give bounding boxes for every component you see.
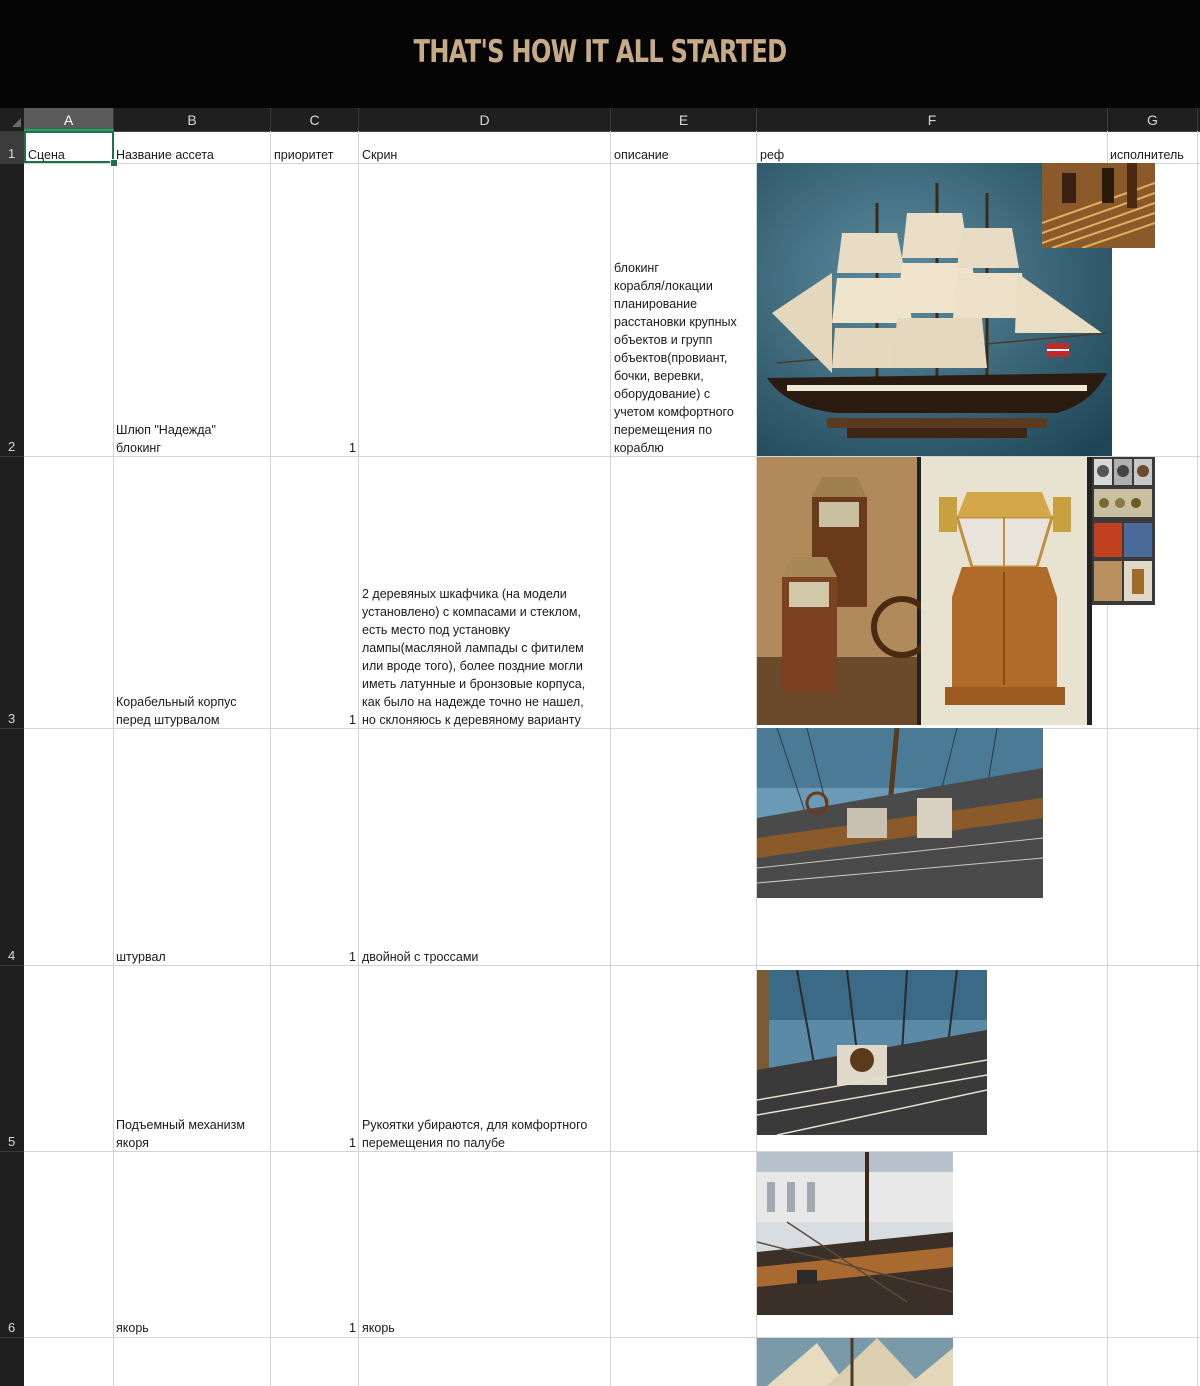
row-header-6[interactable]: 6 bbox=[0, 1152, 24, 1338]
cell-b1[interactable]: Название ассета bbox=[116, 146, 214, 164]
ref-image-deck-thumbnail[interactable] bbox=[1042, 163, 1155, 248]
cell-c4[interactable]: 1 bbox=[272, 948, 356, 966]
row-number: 5 bbox=[8, 1134, 16, 1149]
cell-c2[interactable]: 1 bbox=[272, 439, 356, 457]
gridline bbox=[270, 131, 271, 1386]
column-header-d[interactable]: D bbox=[359, 108, 611, 131]
row-number: 3 bbox=[8, 711, 16, 726]
row-number: 6 bbox=[8, 1320, 16, 1335]
row-header-4[interactable]: 4 bbox=[0, 729, 24, 966]
cell-c6[interactable]: 1 bbox=[272, 1319, 356, 1337]
ref-image-anchor[interactable] bbox=[757, 1152, 953, 1315]
banner-title: THAT'S HOW IT ALL STARTED bbox=[413, 34, 788, 70]
column-header-f[interactable]: F bbox=[757, 108, 1108, 131]
cell-f1[interactable]: реф bbox=[760, 146, 784, 164]
cell-d1[interactable]: Скрин bbox=[362, 146, 397, 164]
cell-b5[interactable]: Подъемный механизм якоря bbox=[116, 1116, 245, 1152]
gridline bbox=[24, 1337, 1200, 1338]
column-header-g[interactable]: G bbox=[1108, 108, 1198, 131]
gridline bbox=[1197, 131, 1198, 1386]
row-header-5[interactable]: 5 bbox=[0, 966, 24, 1152]
ref-image-compass-thumbnails[interactable] bbox=[1092, 457, 1155, 605]
ref-image-sails[interactable] bbox=[757, 1338, 953, 1386]
row-header-1[interactable]: 1 bbox=[0, 131, 24, 164]
row-header-2[interactable]: 2 bbox=[0, 164, 24, 457]
ref-image-anchor-winch[interactable] bbox=[757, 970, 987, 1135]
fill-handle[interactable] bbox=[110, 159, 118, 167]
column-header-b[interactable]: B bbox=[114, 108, 271, 131]
select-all-corner[interactable] bbox=[0, 108, 24, 131]
row-header-3[interactable]: 3 bbox=[0, 457, 24, 729]
active-cell-border bbox=[24, 131, 114, 163]
spreadsheet[interactable]: A B C D E F G 1 2 3 4 5 6 Сцена Название… bbox=[0, 108, 1200, 1386]
cell-c3[interactable]: 1 bbox=[272, 711, 356, 729]
cell-e1[interactable]: описание bbox=[614, 146, 669, 164]
row-header-7[interactable] bbox=[0, 1338, 24, 1386]
cell-d5[interactable]: Рукоятки убираются, для комфортного пере… bbox=[362, 1116, 587, 1152]
cell-c1[interactable]: приоритет bbox=[274, 146, 333, 164]
cell-b4[interactable]: штурвал bbox=[116, 948, 166, 966]
gridline bbox=[24, 965, 1200, 966]
row-number: 2 bbox=[8, 439, 16, 454]
gridline bbox=[358, 131, 359, 1386]
gridline bbox=[610, 131, 611, 1386]
cell-d4[interactable]: двойной с троссами bbox=[362, 948, 478, 966]
gridline bbox=[113, 131, 114, 1386]
cell-c5[interactable]: 1 bbox=[272, 1134, 356, 1152]
column-header-c[interactable]: C bbox=[271, 108, 359, 131]
column-header-e[interactable]: E bbox=[611, 108, 757, 131]
cell-d3[interactable]: 2 деревяных шкафчика (на модели установл… bbox=[362, 585, 585, 729]
cell-b6[interactable]: якорь bbox=[116, 1319, 149, 1337]
cell-d6[interactable]: якорь bbox=[362, 1319, 395, 1337]
cell-g1[interactable]: исполнитель bbox=[1110, 146, 1184, 164]
cell-b2[interactable]: Шлюп "Надежда" блокинг bbox=[116, 421, 216, 457]
cell-e2[interactable]: блокинг корабля/локации планирование рас… bbox=[614, 259, 737, 457]
cell-b3[interactable]: Корабельный корпус перед штурвалом bbox=[116, 693, 236, 729]
select-all-icon bbox=[12, 118, 21, 127]
row-number: 1 bbox=[8, 146, 16, 161]
banner: THAT'S HOW IT ALL STARTED bbox=[0, 0, 1200, 108]
ref-image-ship-deck-wheel[interactable] bbox=[757, 728, 1043, 898]
column-header-a[interactable]: A bbox=[24, 108, 114, 131]
ref-image-compass-cabinets[interactable] bbox=[757, 457, 1092, 725]
row-number: 4 bbox=[8, 948, 16, 963]
